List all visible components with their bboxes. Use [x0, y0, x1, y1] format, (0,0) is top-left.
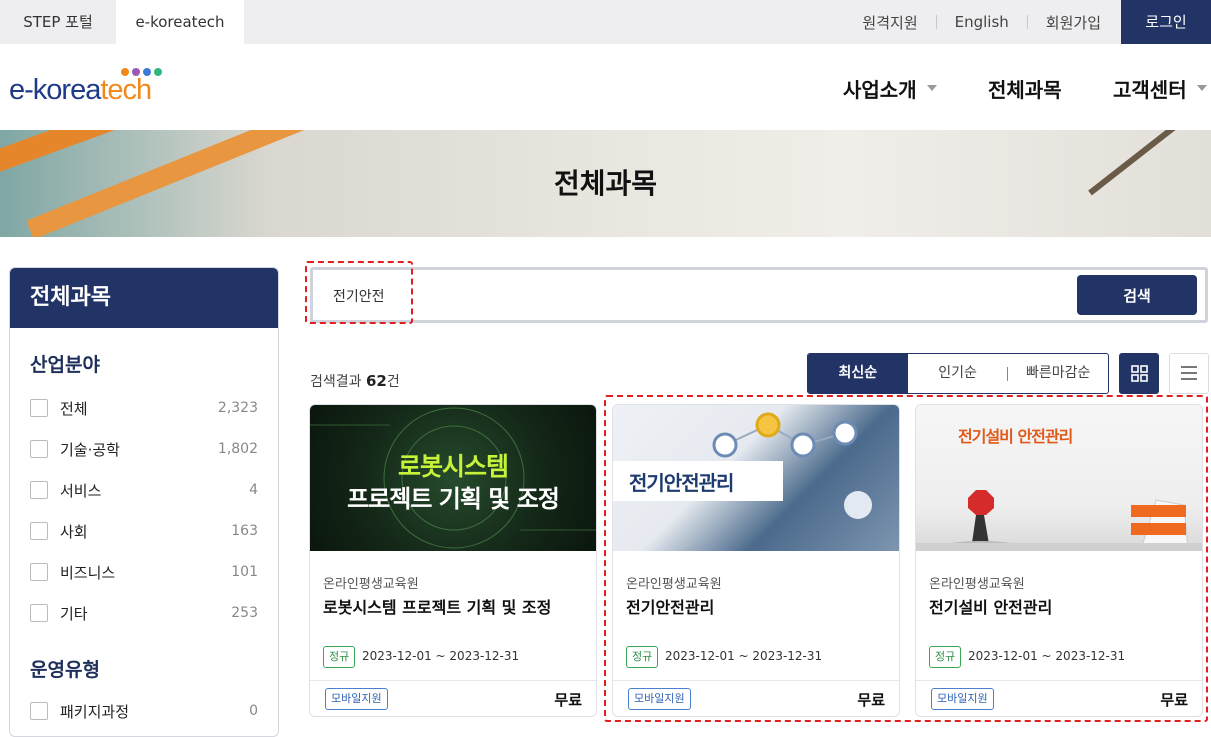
filter-count: 2,323: [217, 400, 258, 416]
filter-item-other[interactable]: 기타 253: [30, 603, 258, 623]
filter-label: 기타: [60, 604, 88, 623]
filter-item-society[interactable]: 사회 163: [30, 521, 258, 541]
nav-all-courses[interactable]: 전체과목: [988, 72, 1062, 104]
sort-popular[interactable]: 인기순: [908, 354, 1008, 393]
filter-label: 기술·공학: [60, 440, 120, 459]
english-link[interactable]: English: [937, 13, 1027, 31]
course-period: 2023-12-01 ~ 2023-12-31: [362, 649, 520, 663]
result-number: 62: [365, 372, 387, 390]
filter-count: 163: [231, 523, 258, 539]
nav-label: 고객센터: [1113, 77, 1187, 102]
grid-view-button[interactable]: [1119, 353, 1159, 394]
course-thumbnail[interactable]: 로봇시스템 프로젝트 기획 및 조정: [310, 405, 596, 551]
result-suffix: 건: [386, 374, 400, 390]
logo-wordmark: e-koreatech: [9, 74, 152, 106]
sidebar-title: 전체과목: [10, 268, 278, 328]
filter-count: 253: [231, 605, 258, 621]
filter-count: 101: [231, 564, 258, 580]
checkbox[interactable]: [30, 702, 48, 720]
filter-label: 전체: [60, 399, 88, 418]
checkbox[interactable]: [30, 481, 48, 499]
chevron-down-icon: [926, 85, 937, 91]
signup-link[interactable]: 회원가입: [1028, 12, 1119, 33]
checkbox[interactable]: [30, 522, 48, 540]
page-title: 전체과목: [553, 167, 658, 200]
course-card[interactable]: 로봇시스템 프로젝트 기획 및 조정 온라인평생교육원 로봇시스템 프로젝트 기…: [309, 404, 597, 717]
nav-customer-center[interactable]: 고객센터: [1113, 72, 1207, 104]
search-box: 검색: [310, 267, 1208, 323]
nav-label: 전체과목: [988, 77, 1062, 102]
section-operation-type: 운영유형: [30, 659, 100, 681]
highlight-box-search: [305, 261, 413, 324]
filter-item-all[interactable]: 전체 2,323: [30, 398, 258, 418]
checkbox[interactable]: [30, 440, 48, 458]
top-bar: STEP 포털 e-koreatech 원격지원 English 회원가입 로그…: [0, 0, 1211, 44]
filter-item-package[interactable]: 패키지과정 0: [30, 701, 258, 721]
tab-step-portal[interactable]: STEP 포털: [0, 0, 116, 44]
divider: [310, 680, 596, 681]
sort-deadline[interactable]: 빠른마감순: [1008, 354, 1108, 393]
top-links: 원격지원 English 회원가입: [844, 0, 1119, 44]
filter-sidebar: 전체과목 산업분야 전체 2,323 기술·공학 1,802 서비스 4 사회 …: [9, 267, 279, 737]
checkbox[interactable]: [30, 563, 48, 581]
checkbox[interactable]: [30, 604, 48, 622]
search-button[interactable]: 검색: [1077, 275, 1197, 315]
mobile-badge: 모바일지원: [325, 688, 388, 710]
sort-latest[interactable]: 최신순: [808, 354, 908, 393]
sort-options: 최신순 인기순 빠른마감순: [807, 353, 1109, 394]
filter-item-business[interactable]: 비즈니스 101: [30, 562, 258, 582]
nav-label: 사업소개: [843, 77, 917, 102]
tab-e-koreatech[interactable]: e-koreatech: [116, 0, 244, 44]
filter-label: 서비스: [60, 481, 102, 500]
thumb-text: 프로젝트 기획 및 조정: [347, 485, 560, 513]
checkbox[interactable]: [30, 399, 48, 417]
login-button[interactable]: 로그인: [1121, 0, 1211, 44]
filter-label: 비즈니스: [60, 563, 116, 582]
filter-item-service[interactable]: 서비스 4: [30, 480, 258, 500]
page-banner: 전체과목: [0, 130, 1211, 237]
list-icon: [1181, 366, 1197, 380]
highlight-box-results: [604, 395, 1208, 722]
course-provider: 온라인평생교육원: [323, 577, 419, 592]
filter-label: 사회: [60, 522, 88, 541]
filter-count: 0: [249, 703, 258, 719]
chevron-down-icon: [1196, 85, 1207, 91]
result-count: 검색결과 62건: [310, 371, 400, 391]
remote-support-link[interactable]: 원격지원: [844, 12, 935, 33]
section-industry: 산업분야: [30, 354, 100, 376]
course-price: 무료: [554, 691, 582, 709]
filter-count: 1,802: [217, 441, 258, 457]
nav-business-intro[interactable]: 사업소개: [843, 72, 937, 104]
search-input[interactable]: [333, 284, 1033, 308]
result-prefix: 검색결과: [310, 374, 362, 390]
logo-dot: [154, 68, 162, 76]
thumb-text: 로봇시스템: [397, 452, 509, 481]
filter-label: 패키지과정: [60, 702, 130, 721]
list-view-button[interactable]: [1169, 353, 1209, 394]
filter-item-engineering[interactable]: 기술·공학 1,802: [30, 439, 258, 459]
grid-icon: [1131, 365, 1148, 382]
course-title[interactable]: 로봇시스템 프로젝트 기획 및 조정: [323, 594, 551, 618]
filter-count: 4: [249, 482, 258, 498]
regular-badge: 정규: [323, 646, 356, 668]
